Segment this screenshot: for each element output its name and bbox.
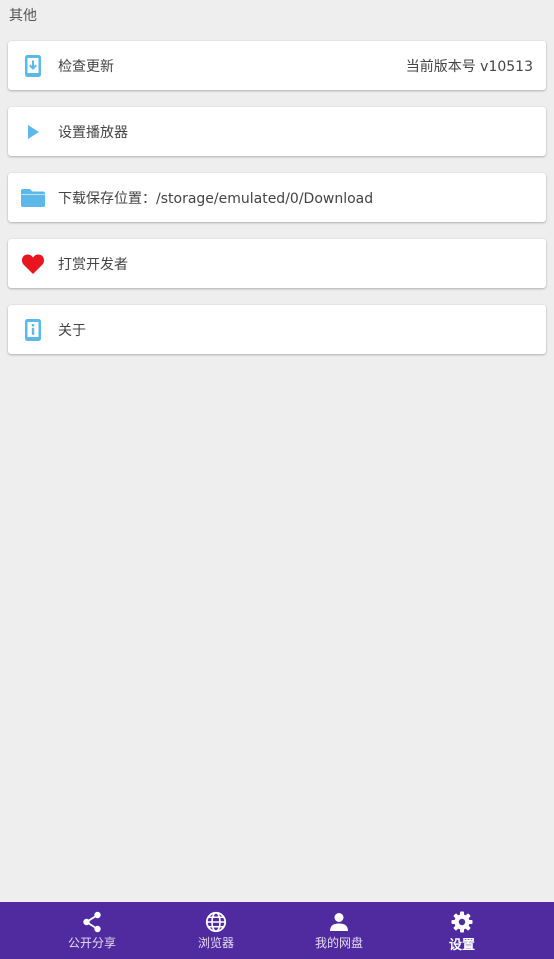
nav-settings-label: 设置	[448, 938, 475, 953]
nav-public-share-label: 公开分享	[67, 936, 116, 950]
about-item[interactable]: 关于	[8, 305, 546, 354]
heart-icon	[20, 251, 46, 277]
folder-icon	[20, 185, 46, 211]
nav-my-drive-label: 我的网盘	[314, 936, 363, 950]
set-player-item[interactable]: 设置播放器	[8, 107, 546, 156]
current-version-text: 当前版本号 v10513	[405, 58, 533, 75]
nav-browser[interactable]: 浏览器	[176, 902, 256, 959]
set-player-label: 设置播放器	[58, 124, 128, 141]
download-location-item[interactable]: 下载保存位置：/storage/emulated/0/Download	[8, 173, 546, 222]
section-title: 其他	[9, 8, 37, 24]
donate-developer-label: 打赏开发者	[58, 256, 128, 273]
play-icon	[20, 119, 46, 145]
nav-my-drive[interactable]: 我的网盘	[299, 902, 379, 959]
nav-public-share[interactable]: 公开分享	[52, 902, 132, 959]
share-icon	[80, 911, 104, 933]
gear-icon	[450, 911, 474, 933]
phone-download-icon	[20, 53, 46, 79]
phone-info-icon	[20, 317, 46, 343]
bottom-nav: 公开分享 浏览器 我的网盘 设置	[0, 902, 554, 959]
globe-icon	[204, 911, 228, 933]
nav-browser-label: 浏览器	[197, 936, 234, 950]
download-location-label: 下载保存位置：/storage/emulated/0/Download	[58, 190, 374, 207]
check-update-item[interactable]: 检查更新 当前版本号 v10513	[8, 41, 546, 90]
about-label: 关于	[58, 322, 86, 339]
check-update-label: 检查更新	[58, 58, 114, 75]
donate-developer-item[interactable]: 打赏开发者	[8, 239, 546, 288]
nav-settings[interactable]: 设置	[422, 902, 502, 959]
person-icon	[327, 911, 351, 933]
